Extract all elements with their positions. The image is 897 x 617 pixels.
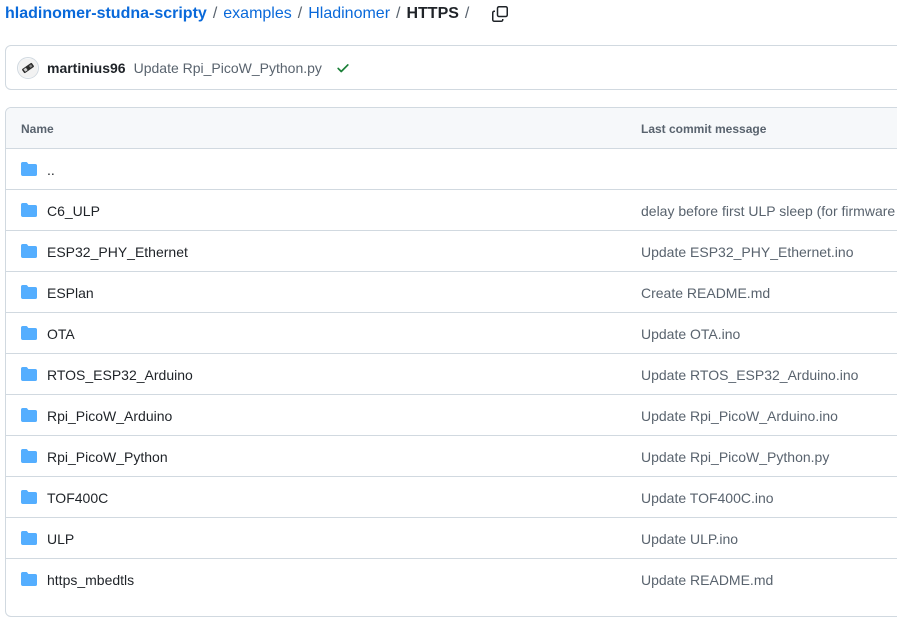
avatar-icon [19, 58, 37, 77]
row-commit-message[interactable]: Update RTOS_ESP32_Arduino.ino [641, 367, 858, 383]
row-commit-message[interactable]: Update OTA.ino [641, 326, 740, 342]
column-header-name: Name [21, 122, 54, 136]
table-row[interactable]: OTA Update OTA.ino [6, 313, 897, 354]
breadcrumb-repo-link[interactable]: hladinomer-studna-scripty [5, 5, 207, 23]
row-commit-message[interactable]: delay before first ULP sleep (for firmwa… [641, 203, 895, 219]
breadcrumb-separator: / [297, 5, 303, 22]
row-commit-message[interactable]: Update ESP32_PHY_Ethernet.ino [641, 244, 853, 260]
row-folder-name[interactable]: https_mbedtls [47, 572, 134, 588]
row-folder-name[interactable]: RTOS_ESP32_Arduino [47, 367, 193, 383]
folder-icon [21, 367, 37, 381]
table-row[interactable]: ULP Update ULP.ino [6, 518, 897, 559]
avatar[interactable] [17, 56, 39, 79]
row-folder-name[interactable]: ESPlan [47, 285, 94, 301]
breadcrumb-separator: / [464, 5, 470, 22]
breadcrumb-link-examples[interactable]: examples [223, 5, 291, 23]
commit-message[interactable]: Update Rpi_PicoW_Python.py [134, 60, 322, 76]
folder-icon [21, 490, 37, 504]
row-commit-message[interactable]: Update Rpi_PicoW_Arduino.ino [641, 408, 838, 424]
row-folder-name[interactable]: Rpi_PicoW_Python [47, 449, 168, 465]
breadcrumb-separator: / [212, 5, 218, 22]
table-row[interactable]: Rpi_PicoW_Python Update Rpi_PicoW_Python.… [6, 436, 897, 477]
folder-icon [21, 203, 37, 217]
row-commit-message[interactable]: Update TOF400C.ino [641, 490, 774, 506]
folder-icon [21, 531, 37, 545]
breadcrumb-current: HTTPS [406, 5, 459, 22]
table-row[interactable]: RTOS_ESP32_Arduino Update RTOS_ESP32_Ardu… [6, 354, 897, 395]
row-folder-name[interactable]: .. [47, 162, 55, 178]
row-folder-name[interactable]: TOF400C [47, 490, 108, 506]
check-icon[interactable] [336, 61, 350, 75]
folder-icon [21, 572, 37, 586]
folder-icon [21, 285, 37, 299]
file-table: Name Last commit message .. C6_ULP delay b… [5, 107, 897, 617]
folder-icon [21, 408, 37, 422]
folder-icon [21, 244, 37, 258]
row-folder-name[interactable]: Rpi_PicoW_Arduino [47, 408, 172, 424]
breadcrumb-link-hladinomer[interactable]: Hladinomer [308, 5, 390, 23]
commit-author[interactable]: martinius96 [47, 60, 126, 76]
folder-icon [21, 162, 37, 176]
table-row[interactable]: ESP32_PHY_Ethernet Update ESP32_PHY_Ether… [6, 231, 897, 272]
row-commit-message[interactable]: Update README.md [641, 572, 773, 588]
row-folder-name[interactable]: OTA [47, 326, 75, 342]
folder-icon [21, 326, 37, 340]
folder-icon [21, 449, 37, 463]
row-folder-name[interactable]: ESP32_PHY_Ethernet [47, 244, 188, 260]
table-row[interactable]: C6_ULP delay before first ULP sleep (for … [6, 190, 897, 231]
breadcrumb: hladinomer-studna-scripty / examples / H… [5, 3, 511, 25]
row-commit-message[interactable]: Update Rpi_PicoW_Python.py [641, 449, 829, 465]
row-commit-message[interactable]: Update ULP.ino [641, 531, 738, 547]
copy-path-button[interactable] [489, 3, 511, 25]
table-row[interactable]: .. [6, 149, 897, 190]
copy-icon [492, 6, 509, 22]
table-row[interactable]: TOF400C Update TOF400C.ino [6, 477, 897, 518]
row-folder-name[interactable]: ULP [47, 531, 74, 547]
table-row[interactable]: https_mbedtls Update README.md [6, 559, 897, 600]
row-folder-name[interactable]: C6_ULP [47, 203, 100, 219]
row-commit-message[interactable]: Create README.md [641, 285, 770, 301]
breadcrumb-separator: / [396, 5, 401, 22]
table-row[interactable]: Rpi_PicoW_Arduino Update Rpi_PicoW_Arduin… [6, 395, 897, 436]
column-header-last-commit-message: Last commit message [641, 122, 767, 136]
table-header: Name Last commit message [6, 108, 897, 149]
latest-commit-box: martinius96 Update Rpi_PicoW_Python.py [5, 45, 897, 90]
table-row[interactable]: ESPlan Create README.md [6, 272, 897, 313]
table-body: .. C6_ULP delay before first ULP sleep (fo… [6, 149, 897, 600]
